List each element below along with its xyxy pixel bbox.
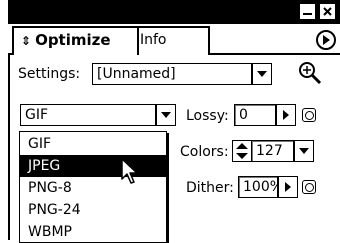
mask-ring-icon[interactable]	[302, 108, 316, 122]
format-dropdown-menu: GIF JPEG PNG-8 PNG-24 WBMP	[19, 131, 167, 243]
chevron-down-icon	[299, 148, 309, 154]
settings-label: Settings:	[18, 66, 81, 82]
format-option-gif[interactable]: GIF	[20, 133, 166, 155]
settings-select[interactable]: [Unnamed]	[92, 63, 252, 85]
dither-slider-button[interactable]	[278, 176, 298, 198]
chevron-right-icon	[283, 110, 289, 120]
colors-dropdown-button[interactable]	[294, 140, 314, 162]
colors-label: Colors:	[180, 144, 229, 160]
format-select[interactable]: GIF	[20, 104, 156, 126]
optimize-tab-arrow-icon: ⇕	[21, 34, 32, 48]
format-option-jpeg[interactable]: JPEG	[20, 155, 166, 177]
dither-field[interactable]: 100%	[238, 176, 278, 198]
panel-titlebar[interactable]	[8, 0, 340, 24]
format-option-png8[interactable]: PNG-8	[20, 177, 166, 199]
lossy-label: Lossy:	[186, 108, 229, 124]
lossy-slider-button[interactable]	[276, 104, 296, 126]
close-icon[interactable]	[320, 4, 335, 19]
chevron-down-icon	[257, 71, 267, 77]
tab-optimize-label: Optimize	[35, 31, 111, 49]
dither-label: Dither:	[186, 180, 234, 196]
colors-field[interactable]: 127	[252, 140, 294, 162]
tab-info-label: Info	[140, 32, 167, 48]
stepper-icon[interactable]	[232, 140, 252, 162]
panel-menu-arrow-icon[interactable]	[316, 30, 336, 50]
format-option-png24[interactable]: PNG-24	[20, 199, 166, 221]
optimize-wand-icon[interactable]	[296, 59, 322, 85]
collapse-icon[interactable]	[300, 4, 315, 19]
lossy-field[interactable]: 0	[234, 104, 276, 126]
tab-optimize[interactable]: ⇕ Optimize	[12, 26, 139, 55]
settings-dropdown-button[interactable]	[252, 63, 272, 85]
chevron-down-icon	[161, 112, 171, 118]
format-dropdown-button[interactable]	[156, 104, 176, 126]
mask-ring-icon[interactable]	[302, 180, 316, 194]
chevron-right-icon	[285, 182, 291, 192]
cursor-arrow-icon	[120, 158, 140, 186]
